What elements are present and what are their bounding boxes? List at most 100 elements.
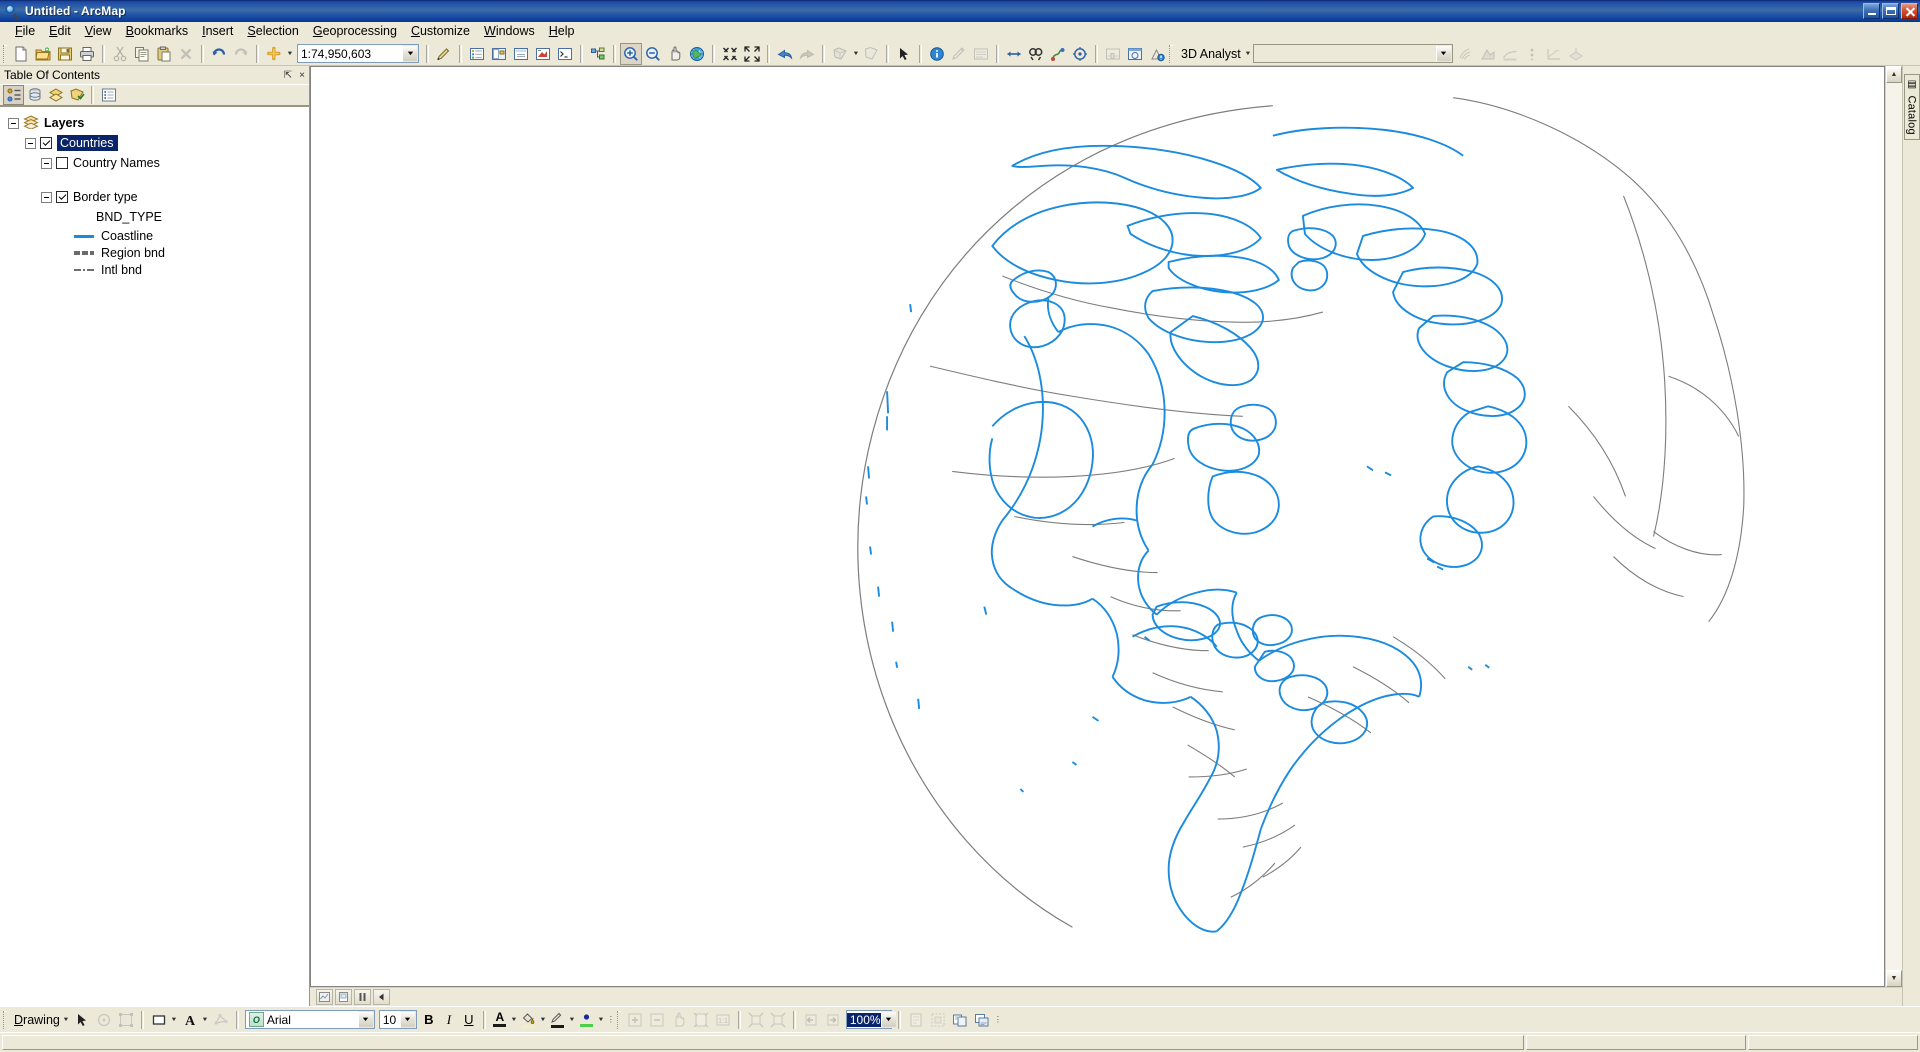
contour-tool-icon[interactable]	[1455, 43, 1477, 65]
focus-data-frame-icon[interactable]	[927, 1009, 949, 1031]
table-of-contents-icon[interactable]	[466, 43, 488, 65]
pan-layout-icon[interactable]	[668, 1009, 690, 1031]
copy-icon[interactable]	[131, 43, 153, 65]
edit-shape-vertices-icon[interactable]	[210, 1009, 232, 1031]
catalog-dock-tab[interactable]: ▤ Catalog	[1903, 74, 1920, 140]
extension-toolbar-grip[interactable]	[1169, 44, 1173, 63]
pause-drawing-button[interactable]	[354, 989, 371, 1005]
go-to-xy-icon[interactable]	[1069, 43, 1091, 65]
vertical-scroll-track[interactable]	[1886, 83, 1902, 970]
italic-button[interactable]: I	[439, 1010, 459, 1030]
paste-icon[interactable]	[153, 43, 175, 65]
menu-selection[interactable]: Selection	[240, 22, 305, 41]
menu-bookmarks[interactable]: Bookmarks	[119, 22, 196, 41]
3d-analyst-layer-combo[interactable]	[1252, 44, 1453, 63]
data-driven-pages-icon[interactable]	[971, 1009, 993, 1031]
go-back-extent-icon[interactable]	[774, 43, 796, 65]
undo-icon[interactable]	[208, 43, 230, 65]
font-size-combo[interactable]: 10	[378, 1010, 417, 1029]
find-route-icon[interactable]	[1047, 43, 1069, 65]
add-data-dropdown-icon[interactable]	[285, 43, 294, 65]
font-family-combo[interactable]: O Arial	[244, 1010, 375, 1029]
fixed-zoom-out-icon[interactable]	[741, 43, 763, 65]
zoom-out-layout-icon[interactable]	[646, 1009, 668, 1031]
layers-expander-icon[interactable]	[8, 117, 19, 129]
hyperlink-icon[interactable]	[948, 43, 970, 65]
font-family-value[interactable]: Arial	[267, 1013, 358, 1027]
layout-toolbar-grip[interactable]	[616, 1010, 621, 1029]
list-by-selection-icon[interactable]	[66, 85, 87, 105]
zoom-100-percent-icon[interactable]: 1:1	[712, 1009, 734, 1031]
menu-customize[interactable]: Customize	[404, 22, 477, 41]
go-back-extent-layout-icon[interactable]	[800, 1009, 822, 1031]
whats-this-help-icon[interactable]	[1146, 43, 1168, 65]
tree-node-border-type[interactable]: Border type	[0, 187, 309, 207]
legend-item-coastline[interactable]: Coastline	[0, 227, 309, 244]
fixed-zoom-in-icon[interactable]	[719, 43, 741, 65]
line-color-dropdown-icon[interactable]	[568, 1009, 577, 1031]
new-text-dropdown-icon[interactable]	[201, 1009, 210, 1031]
tree-node-countries[interactable]: Countries	[0, 133, 309, 153]
fixed-zoom-out-layout-icon[interactable]	[767, 1009, 789, 1031]
go-forward-extent-layout-icon[interactable]	[822, 1009, 844, 1031]
draw-rectangle-tool-icon[interactable]	[148, 1009, 170, 1031]
drawing-menu-label[interactable]: Drawing	[10, 1013, 62, 1027]
draw-toolbar-grip[interactable]	[3, 1010, 7, 1029]
font-color-button[interactable]: A	[490, 1010, 510, 1030]
menu-view[interactable]: View	[78, 22, 119, 41]
drawing-menu-dropdown-icon[interactable]	[62, 1009, 71, 1031]
menu-edit[interactable]: Edit	[42, 22, 78, 41]
border-type-visibility-checkbox[interactable]	[56, 191, 68, 203]
menu-insert[interactable]: Insert	[195, 22, 240, 41]
editor-toolbar-icon[interactable]	[433, 43, 455, 65]
find-icon[interactable]	[1025, 43, 1047, 65]
font-size-value[interactable]: 10	[380, 1013, 400, 1027]
map-canvas[interactable]	[310, 66, 1885, 987]
layout-zoom-combo[interactable]: 100%	[845, 1010, 897, 1029]
minimize-button[interactable]	[1863, 3, 1880, 19]
save-file-icon[interactable]	[54, 43, 76, 65]
line-of-sight-icon[interactable]	[1499, 43, 1521, 65]
list-by-source-icon[interactable]	[24, 85, 45, 105]
redo-icon[interactable]	[230, 43, 252, 65]
tree-node-country-names[interactable]: Country Names	[0, 153, 309, 173]
add-data-icon[interactable]	[263, 43, 285, 65]
toc-close-icon[interactable]: ×	[295, 68, 309, 82]
countries-layer-label[interactable]: Countries	[57, 135, 118, 151]
zoom-out-icon[interactable]	[642, 43, 664, 65]
measure-icon[interactable]	[1003, 43, 1025, 65]
bold-button[interactable]: B	[419, 1010, 439, 1030]
draw-toolbar-overflow-icon[interactable]: ⋮	[606, 1010, 616, 1030]
rotate-element-tool-icon[interactable]	[93, 1009, 115, 1031]
menu-help[interactable]: Help	[542, 22, 582, 41]
list-by-visibility-icon[interactable]	[45, 85, 66, 105]
select-elements-icon[interactable]	[893, 43, 915, 65]
create-viewer-window-icon[interactable]	[1124, 43, 1146, 65]
marker-color-button[interactable]	[577, 1010, 597, 1030]
menu-windows[interactable]: Windows	[477, 22, 542, 41]
print-icon[interactable]	[76, 43, 98, 65]
tree-node-layers[interactable]: Layers	[0, 113, 309, 133]
country-names-visibility-checkbox[interactable]	[56, 157, 68, 169]
zoom-in-icon[interactable]	[620, 42, 642, 65]
interpolate-point-icon[interactable]	[1521, 43, 1543, 65]
3d-analyst-layer-dropdown-icon[interactable]	[1435, 45, 1452, 62]
3d-analyst-dropdown-icon[interactable]	[1244, 43, 1253, 65]
steepest-path-icon[interactable]	[1477, 43, 1499, 65]
full-extent-icon[interactable]	[686, 43, 708, 65]
html-popup-icon[interactable]	[970, 43, 992, 65]
python-window-icon[interactable]	[554, 43, 576, 65]
layout-toolbar-overflow-icon[interactable]: ⋮	[993, 1010, 1003, 1030]
open-file-icon[interactable]	[32, 43, 54, 65]
fill-color-dropdown-icon[interactable]	[539, 1009, 548, 1031]
data-view-button[interactable]	[316, 989, 333, 1005]
underline-button[interactable]: U	[459, 1010, 479, 1030]
toolbar-grip[interactable]	[3, 44, 7, 63]
arcscene-icon[interactable]	[1565, 43, 1587, 65]
legend-item-intl-bnd[interactable]: Intl bnd	[0, 261, 309, 278]
close-button[interactable]	[1901, 3, 1918, 19]
model-builder-icon[interactable]	[587, 43, 609, 65]
region-bnd-symbol-swatch[interactable]	[73, 247, 95, 259]
font-size-dropdown-icon[interactable]	[399, 1011, 416, 1028]
delete-icon[interactable]	[175, 43, 197, 65]
